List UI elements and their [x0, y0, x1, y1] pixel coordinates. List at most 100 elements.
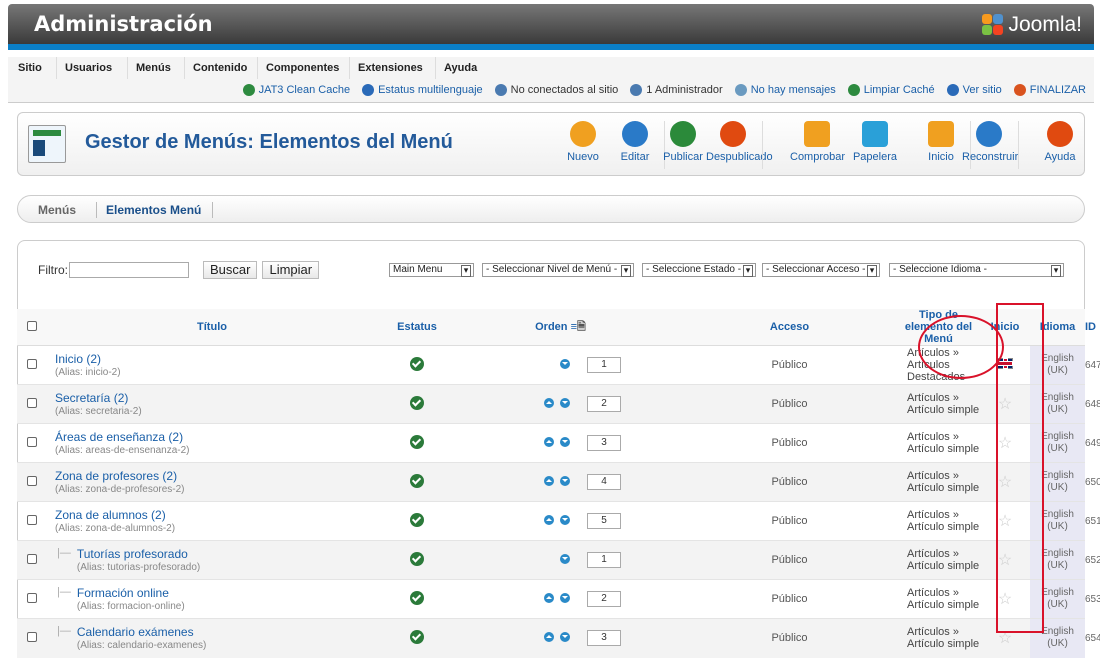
move-down-icon[interactable]: [560, 592, 570, 603]
row-checkbox[interactable]: [27, 397, 37, 408]
status-item[interactable]: No conectados al sitio: [494, 84, 618, 96]
home-star-icon[interactable]: ☆: [998, 630, 1012, 647]
menu-0[interactable]: Sitio: [18, 62, 42, 74]
published-check-icon[interactable]: [410, 512, 424, 527]
item-title-link[interactable]: Formación online: [77, 586, 185, 600]
row-checkbox[interactable]: [27, 514, 37, 525]
item-title-link[interactable]: Zona de profesores (2): [55, 469, 377, 483]
item-title-link[interactable]: Secretaría (2): [55, 391, 377, 405]
row-checkbox[interactable]: [27, 436, 37, 447]
row-checkbox[interactable]: [27, 553, 37, 564]
order-input[interactable]: 4: [587, 474, 621, 490]
published-check-icon[interactable]: [410, 356, 424, 371]
home-star-icon[interactable]: ☆: [998, 513, 1012, 530]
row-checkbox[interactable]: [27, 592, 37, 603]
toolbar-nuevo-button[interactable]: Nuevo: [556, 119, 610, 163]
column-language-header[interactable]: Idioma: [1030, 309, 1085, 346]
language-cell: English (UK): [1030, 462, 1085, 502]
column-status-header[interactable]: Estatus: [377, 309, 457, 346]
toolbar-editar-button[interactable]: Editar: [608, 119, 662, 163]
home-star-icon[interactable]: ☆: [998, 396, 1012, 413]
home-star-icon[interactable]: ☆: [998, 474, 1012, 491]
move-down-icon[interactable]: [560, 436, 570, 447]
menu-4[interactable]: Componentes: [266, 62, 339, 74]
column-order-header[interactable]: Orden ≡: [457, 309, 577, 346]
move-up-icon[interactable]: [544, 436, 554, 447]
filter-select-2[interactable]: - Seleccione Estado -: [642, 263, 756, 277]
item-title-link[interactable]: Inicio (2): [55, 352, 377, 366]
filter-search-input[interactable]: [69, 262, 189, 278]
move-down-icon[interactable]: [560, 475, 570, 486]
status-item[interactable]: Estatus multilenguaje: [362, 84, 483, 96]
filter-select-3[interactable]: - Seleccionar Acceso -: [762, 263, 880, 277]
status-item[interactable]: JAT3 Clean Cache: [242, 84, 350, 96]
toolbar-inicio-button[interactable]: Inicio: [914, 119, 968, 163]
status-item[interactable]: FINALIZAR: [1013, 84, 1086, 96]
column-type-header[interactable]: Tipo de elemento del Menú: [897, 309, 980, 346]
menu-1[interactable]: Usuarios: [65, 62, 112, 74]
menu-3[interactable]: Contenido: [193, 62, 247, 74]
status-item[interactable]: No hay mensajes: [734, 84, 836, 96]
home-star-icon[interactable]: ☆: [998, 435, 1012, 452]
move-down-icon[interactable]: [560, 397, 570, 408]
monitor-icon: [946, 84, 959, 96]
status-item[interactable]: 1 Administrador: [630, 84, 723, 96]
order-input[interactable]: 5: [587, 513, 621, 529]
move-up-icon[interactable]: [544, 631, 554, 642]
published-check-icon[interactable]: [410, 551, 424, 566]
item-title-link[interactable]: Áreas de enseñanza (2): [55, 430, 377, 444]
status-item[interactable]: Limpiar Caché: [847, 84, 935, 96]
menu-6[interactable]: Ayuda: [444, 62, 477, 74]
toolbar-comprobar-button[interactable]: Comprobar: [790, 119, 845, 163]
home-star-icon[interactable]: ☆: [998, 552, 1012, 569]
published-check-icon[interactable]: [410, 590, 424, 605]
published-check-icon[interactable]: [410, 434, 424, 449]
move-down-icon[interactable]: [560, 514, 570, 525]
column-title-header[interactable]: Título: [47, 309, 377, 346]
column-home-header[interactable]: Inicio: [980, 309, 1030, 346]
title-cell: Inicio (2) (Alias: inicio-2): [47, 345, 377, 385]
tab-0[interactable]: Menús: [38, 203, 76, 217]
select-all-checkbox[interactable]: [27, 320, 37, 331]
item-title-link[interactable]: Calendario exámenes: [77, 625, 207, 639]
toolbar-reconstruir-button[interactable]: Reconstruir: [962, 119, 1018, 163]
item-title-link[interactable]: Tutorías profesorado: [77, 547, 200, 561]
order-input[interactable]: 2: [587, 396, 621, 412]
tab-1[interactable]: Elementos Menú: [106, 203, 201, 217]
order-input[interactable]: 1: [587, 552, 621, 568]
menu-5[interactable]: Extensiones: [358, 62, 423, 74]
row-checkbox[interactable]: [27, 631, 37, 642]
order-input[interactable]: 3: [587, 435, 621, 451]
uk-flag-icon[interactable]: [997, 358, 1013, 369]
row-checkbox[interactable]: [27, 475, 37, 486]
toolbar-despublicado-button[interactable]: Despublicado: [706, 119, 773, 163]
status-item[interactable]: Ver sitio: [946, 84, 1002, 96]
order-input[interactable]: 1: [587, 357, 621, 373]
order-input[interactable]: 2: [587, 591, 621, 607]
move-up-icon[interactable]: [544, 475, 554, 486]
published-check-icon[interactable]: [410, 395, 424, 410]
filter-select-1[interactable]: - Seleccionar Nivel de Menú -: [482, 263, 634, 277]
toolbar-papelera-button[interactable]: Papelera: [848, 119, 902, 163]
save-order-icon[interactable]: 🗎: [577, 321, 586, 333]
search-button[interactable]: Buscar: [203, 261, 258, 279]
menu-2[interactable]: Menús: [136, 62, 171, 74]
column-access-header[interactable]: Acceso: [682, 309, 897, 346]
row-checkbox[interactable]: [27, 358, 37, 369]
move-down-icon[interactable]: [560, 631, 570, 642]
filter-select-4[interactable]: - Seleccione Idioma -: [889, 263, 1064, 277]
toolbar-publicar-button[interactable]: Publicar: [656, 119, 710, 163]
toolbar-ayuda-button[interactable]: Ayuda: [1033, 119, 1087, 163]
home-star-icon[interactable]: ☆: [998, 591, 1012, 608]
move-up-icon[interactable]: [544, 397, 554, 408]
move-down-icon[interactable]: [560, 553, 570, 564]
order-input[interactable]: 3: [587, 630, 621, 647]
filter-select-0[interactable]: Main Menu: [389, 263, 474, 277]
move-up-icon[interactable]: [544, 592, 554, 603]
item-title-link[interactable]: Zona de alumnos (2): [55, 508, 377, 522]
clear-button[interactable]: Limpiar: [262, 261, 320, 279]
move-up-icon[interactable]: [544, 514, 554, 525]
published-check-icon[interactable]: [410, 629, 424, 644]
move-down-icon[interactable]: [560, 358, 570, 369]
published-check-icon[interactable]: [410, 473, 424, 488]
